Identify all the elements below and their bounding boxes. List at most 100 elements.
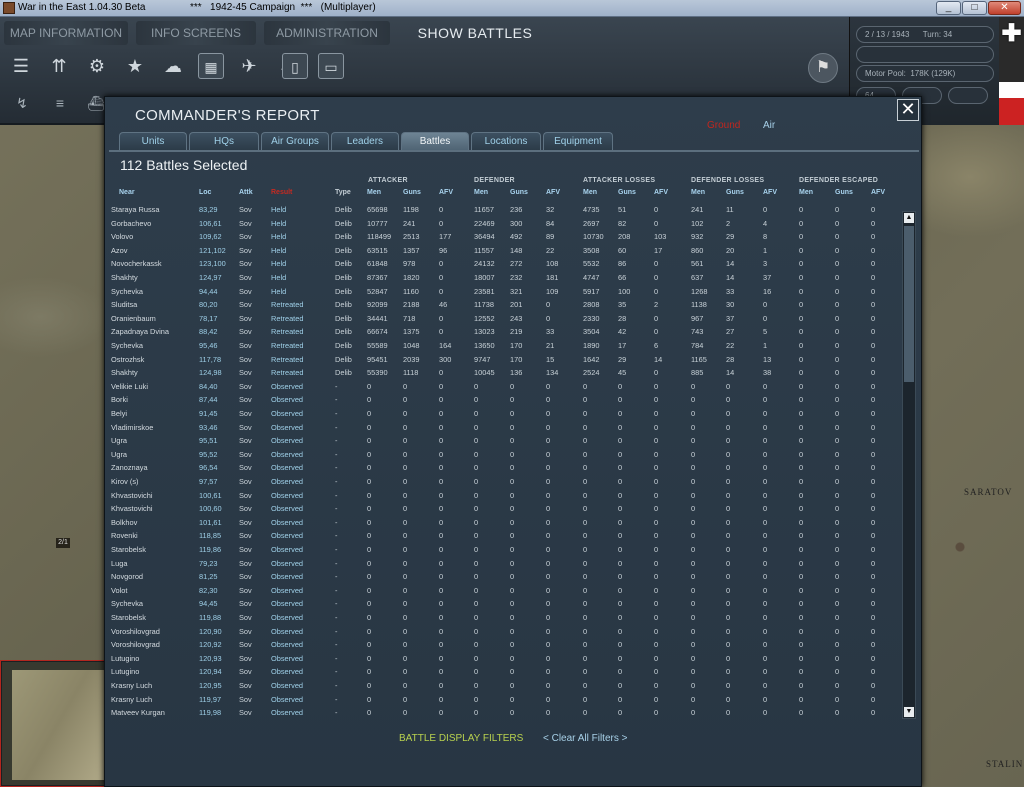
table-row[interactable]: Lutugino 120,93 Sov Observed - 0 0 0 0 0 0 0 0 0 0 0 0 0 0… (109, 653, 893, 667)
table-row[interactable]: Luga 79,23 Sov Observed - 0 0 0 0 0 0 0 0 0 0 0 0 0 0 0 (109, 558, 893, 572)
table-row[interactable]: Zanoznaya 96,54 Sov Observed - 0 0 0 0 0 0 0 0 0 0 0 0 0 0… (109, 462, 893, 476)
tab-locations[interactable]: Locations (471, 132, 541, 150)
col-near[interactable]: Near (119, 189, 135, 196)
table-row[interactable]: Belyi 91,45 Sov Observed - 0 0 0 0 0 0 0 0 0 0 0 0 0 0 0 (109, 408, 893, 422)
table-row[interactable]: Starobelsk 119,86 Sov Observed - 0 0 0 0 0 0 0 0 0 0 0 0… (109, 544, 893, 558)
table-row[interactable]: Shakhty 124,97 Sov Held Delib 87367 1820 0 18007… (109, 272, 893, 286)
table-row[interactable]: Kirov (s) 97,57 Sov Observed - 0 0 0 0 0 0 0 0 0 0 0 0 0 0… (109, 476, 893, 490)
table-row[interactable]: Vladimirskoe 93,46 Sov Observed - 0 0 0 0 0 0 0 0 0 0 0… (109, 422, 893, 436)
col-attloss-afv[interactable]: AFV (654, 189, 668, 196)
scroll-down-icon[interactable]: ▼ (904, 707, 914, 717)
col-attloss-guns[interactable]: Guns (618, 189, 636, 196)
col-att-afv[interactable]: AFV (439, 189, 453, 196)
battle-display-filters-button[interactable]: BATTLE DISPLAY FILTERS (399, 733, 523, 744)
scroll-thumb[interactable] (904, 226, 914, 382)
col-att-men[interactable]: Men (367, 189, 381, 196)
table-row[interactable]: Krasny Luch 120,95 Sov Observed - 0 0 0 0 0 0 0 0 0 0 0… (109, 680, 893, 694)
table-row[interactable]: Staraya Russa 83,29 Sov Held Delib 65698 1198 0… (109, 204, 893, 218)
weather-icon[interactable]: ☁ (160, 53, 186, 79)
vertical-scrollbar[interactable]: ▲ ▼ (902, 211, 916, 719)
table-row[interactable]: Zapadnaya Dvina 88,42 Sov Retreated Delib 666… (109, 326, 893, 340)
minimap-viewport[interactable] (0, 660, 108, 787)
toggle-button-b[interactable] (948, 87, 988, 104)
cell-defesc-guns: 0 (835, 585, 840, 595)
gear-icon[interactable]: ⚙ (84, 53, 110, 79)
table-row[interactable]: Novocherkassk 123,100 Sov Held Delib 61848 978… (109, 258, 893, 272)
col-result[interactable]: Result (271, 189, 292, 196)
cell-def-guns: 0 (510, 504, 515, 514)
tab-equipment[interactable]: Equipment (543, 132, 613, 150)
table-row[interactable]: Ugra 95,51 Sov Observed - 0 0 0 0 0 0 0 0 0 0 0 0 0 0 0 (109, 435, 893, 449)
close-window-button[interactable]: ✕ (988, 1, 1021, 15)
cell-def-guns: 170 (510, 341, 523, 350)
document-icon[interactable]: ▭ (318, 53, 344, 79)
filter-air[interactable]: Air (763, 120, 775, 131)
tab-air-groups[interactable]: Air Groups (261, 132, 329, 150)
table-row[interactable]: Lutugino 120,94 Sov Observed - 0 0 0 0 0 0 0 0 0 0 0 0 0 0… (109, 666, 893, 680)
tab-hqs[interactable]: HQs (189, 132, 259, 150)
table-row[interactable]: Voroshilovgrad 120,90 Sov Observed - 0 0 0 0 0 0 0 0… (109, 626, 893, 640)
col-def-guns[interactable]: Guns (510, 189, 528, 196)
table-row[interactable]: Borki 87,44 Sov Observed - 0 0 0 0 0 0 0 0 0 0 0 0 0 0 0 (109, 394, 893, 408)
rail-icon[interactable]: ≡ (48, 93, 72, 113)
table-row[interactable]: Velikie Luki 84,40 Sov Observed - 0 0 0 0 0 0 0 0 0 0 0… (109, 381, 893, 395)
table-row[interactable]: Krasny Luch 119,97 Sov Observed - 0 0 0 0 0 0 0 0 0 0 0… (109, 694, 893, 708)
clear-all-filters-button[interactable]: < Clear All Filters > (543, 733, 627, 744)
table-row[interactable]: Sychevka 94,44 Sov Held Delib 52847 1160 0 23581… (109, 286, 893, 300)
tab-battles[interactable]: Battles (401, 132, 469, 150)
table-row[interactable]: Volovo 109,62 Sov Held Delib 118499 2513 177 364… (109, 231, 893, 245)
path-icon[interactable]: ↯ (10, 93, 34, 113)
table-row[interactable]: Matveev Kurgan 119,98 Sov Observed - 0 0 0 0 0 0 0 0… (109, 707, 893, 718)
col-type[interactable]: Type (335, 189, 351, 196)
table-row[interactable]: Azov 121,102 Sov Held Delib 63515 1357 96 11557 1… (109, 245, 893, 259)
table-row[interactable]: Novgorod 81,25 Sov Observed - 0 0 0 0 0 0 0 0 0 0 0 0 0 0 0 (109, 571, 893, 585)
nav-show-battles[interactable]: SHOW BATTLES (400, 21, 550, 45)
col-defesc-afv[interactable]: AFV (871, 189, 885, 196)
air-icon[interactable]: ✈ (236, 53, 262, 79)
grid-icon[interactable]: ▦ (198, 53, 224, 79)
table-row[interactable]: Rovenki 118,85 Sov Observed - 0 0 0 0 0 0 0 0 0 0 0 0 0 0 0 (109, 530, 893, 544)
nav-info-screens[interactable]: INFO SCREENS (136, 21, 256, 45)
map-unit-counter[interactable]: 2/1 (56, 538, 70, 548)
stack-icon[interactable]: ☰ (8, 53, 34, 79)
col-att-guns[interactable]: Guns (403, 189, 421, 196)
arrows-up-icon[interactable]: ⇈ (46, 53, 72, 79)
close-icon[interactable]: ✕ (897, 99, 919, 121)
table-row[interactable]: Gorbachevo 106,61 Sov Held Delib 10777 241 0 224… (109, 218, 893, 232)
table-row[interactable]: Khvastovichi 100,60 Sov Observed - 0 0 0 0 0 0 0 0 0 0… (109, 503, 893, 517)
table-row[interactable]: Ostrozhsk 117,78 Sov Retreated Delib 95451 203… (109, 354, 893, 368)
col-defesc-guns[interactable]: Guns (835, 189, 853, 196)
table-row[interactable]: Sychevka 95,46 Sov Retreated Delib 55589 1048 1… (109, 340, 893, 354)
cell-attloss-guns: 0 (618, 558, 623, 568)
minimize-button[interactable]: _ (936, 1, 961, 15)
table-row[interactable]: Sychevka 94,45 Sov Observed - 0 0 0 0 0 0 0 0 0 0 0 0 0 0 0 (109, 598, 893, 612)
table-row[interactable]: Khvastovichi 100,61 Sov Observed - 0 0 0 0 0 0 0 0 0 0… (109, 490, 893, 504)
nav-administration[interactable]: ADMINISTRATION (264, 21, 390, 45)
maximize-button[interactable]: □ (962, 1, 987, 15)
tab-units[interactable]: Units (119, 132, 187, 150)
filter-ground[interactable]: Ground (707, 120, 740, 131)
table-row[interactable]: Oranienbaum 78,17 Sov Retreated Delib 34441 71… (109, 313, 893, 327)
scroll-up-icon[interactable]: ▲ (904, 213, 914, 223)
col-attloss-men[interactable]: Men (583, 189, 597, 196)
tab-leaders[interactable]: Leaders (331, 132, 399, 150)
fuel-icon[interactable]: ▯ (282, 53, 308, 79)
table-row[interactable]: Starobelsk 119,88 Sov Observed - 0 0 0 0 0 0 0 0 0 0 0 0… (109, 612, 893, 626)
nav-map-information[interactable]: MAP INFORMATION (4, 21, 128, 45)
col-def-afv[interactable]: AFV (546, 189, 560, 196)
table-row[interactable]: Bolkhov 101,61 Sov Observed - 0 0 0 0 0 0 0 0 0 0 0 0 0 0 0 (109, 517, 893, 531)
col-attk[interactable]: Attk (239, 189, 253, 196)
flag-icon[interactable]: ⚑ (808, 53, 838, 83)
star-icon[interactable]: ★ (122, 53, 148, 79)
col-defloss-guns[interactable]: Guns (726, 189, 744, 196)
col-defloss-afv[interactable]: AFV (763, 189, 777, 196)
table-row[interactable]: Ugra 95,52 Sov Observed - 0 0 0 0 0 0 0 0 0 0 0 0 0 0 0 (109, 449, 893, 463)
col-defesc-men[interactable]: Men (799, 189, 813, 196)
col-def-men[interactable]: Men (474, 189, 488, 196)
table-row[interactable]: Shakhty 124,98 Sov Retreated Delib 55390 1118 0… (109, 367, 893, 381)
table-row[interactable]: Voroshilovgrad 120,92 Sov Observed - 0 0 0 0 0 0 0 0… (109, 639, 893, 653)
col-loc[interactable]: Loc (199, 189, 211, 196)
col-defloss-men[interactable]: Men (691, 189, 705, 196)
table-row[interactable]: Volot 82,30 Sov Observed - 0 0 0 0 0 0 0 0 0 0 0 0 0 0 0 (109, 585, 893, 599)
table-row[interactable]: Sluditsa 80,20 Sov Retreated Delib 92099 2188 4… (109, 299, 893, 313)
